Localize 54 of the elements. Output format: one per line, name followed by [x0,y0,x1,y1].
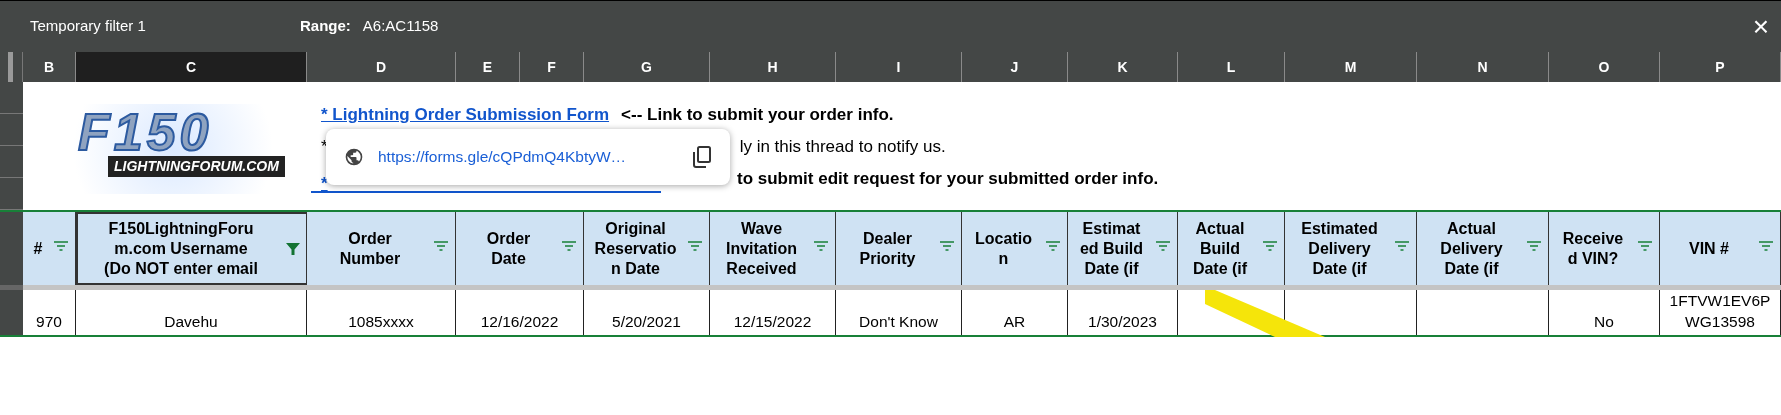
column-letter[interactable]: C [76,52,307,82]
table-cell: Davehu [76,290,307,335]
filter-icon[interactable] [1155,240,1171,252]
column-header[interactable]: Actual Build Date (if [1178,212,1285,285]
filter-icon[interactable] [1262,240,1278,252]
column-header[interactable]: F150LightningForu m.com Username (Do NOT enter email [76,212,307,285]
filter-icon[interactable] [939,240,955,252]
column-header[interactable]: VIN # [1660,212,1781,285]
table-cell: 5/20/2021 [584,290,710,335]
filter-icon[interactable] [53,240,69,252]
filter-icon[interactable] [1526,240,1542,252]
column-header[interactable]: Estimat ed Build Date (if [1068,212,1178,285]
note-text: to submit edit request for your submitted order info. [737,167,1159,190]
table-cell: AR [962,290,1068,335]
freeze-handle[interactable] [8,52,13,82]
filter-icon[interactable] [1637,240,1653,252]
note-text: ly in this thread to notify us. [739,135,946,158]
column-header[interactable]: Order Number [307,212,456,285]
column-header[interactable]: Locatio n [962,212,1068,285]
column-header[interactable]: Order Date [456,212,584,285]
range-label: Range: [300,16,351,37]
copy-icon[interactable] [692,146,712,168]
filter-icon[interactable] [286,242,300,256]
filter-icon[interactable] [1758,240,1774,252]
column-header[interactable]: Actual Delivery Date (if [1417,212,1549,285]
filter-title: Temporary filter 1 [30,16,147,37]
table-cell: No [1549,290,1660,335]
column-header[interactable]: Estimated Delivery Date (if [1285,212,1417,285]
logo-subtitle: LIGHTNINGFORUM.COM [108,156,285,177]
form-link[interactable]: * Lightning Order Submission Form [321,101,610,127]
column-header[interactable]: Original Reservatio n Date [584,212,710,285]
column-header[interactable]: Dealer Priority [836,212,962,285]
table-cell: 1085xxxx [307,290,456,335]
filter-icon[interactable] [433,240,449,252]
table-cell: 12/16/2022 [456,290,584,335]
table-cell: 970 [23,290,76,335]
filter-icon[interactable] [561,240,577,252]
globe-icon [344,147,364,167]
filter-icon[interactable] [813,240,829,252]
range-value: A6:AC1158 [362,16,439,37]
column-header[interactable]: Receive d VIN? [1549,212,1660,285]
column-header[interactable]: # [23,212,76,285]
close-button[interactable]: × [1752,12,1769,41]
filter-icon[interactable] [1394,240,1410,252]
column-header[interactable]: Wave Invitation Received [710,212,836,285]
preview-url-link[interactable]: https://forms.gle/cQPdmQ4KbtyW… [378,145,627,169]
table-cell: 12/15/2022 [710,290,836,335]
note-text: <-- Link to submit your order info. [621,103,894,126]
filter-icon[interactable] [1045,240,1061,252]
table-cell: 1FTVW1EV6P WG13598 [1660,290,1781,335]
table-cell: 1/30/2023 [1068,290,1178,335]
filter-icon[interactable] [687,240,703,252]
logo-title: F150 [78,106,213,158]
table-cell: Don't Know [836,290,962,335]
